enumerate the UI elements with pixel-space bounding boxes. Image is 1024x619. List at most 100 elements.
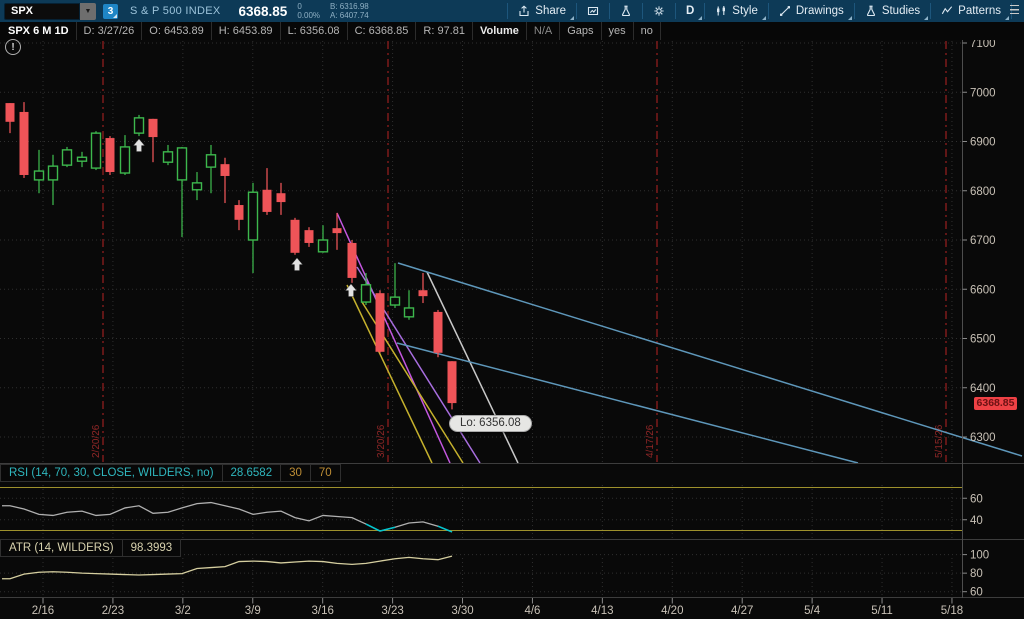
candle-body — [49, 166, 58, 180]
chart-grid-menu-icon[interactable] — [1010, 5, 1019, 14]
candle-body — [305, 230, 314, 243]
svg-text:6800: 6800 — [970, 186, 996, 198]
dropdown-caret-icon — [848, 16, 852, 20]
svg-text:3/20/26: 3/20/26 — [376, 424, 387, 458]
svg-text:6900: 6900 — [970, 137, 996, 149]
candle-body — [391, 297, 400, 305]
candle-body — [207, 155, 216, 167]
symbol-input[interactable]: SPX — [4, 3, 80, 20]
toolbar-button-label: Drawings — [796, 5, 844, 17]
atr-header-cell[interactable]: 98.3993 — [123, 539, 182, 557]
svg-text:6400: 6400 — [970, 383, 996, 395]
toolbar-buttons: Share DStyle Drawings Studies Patterns — [507, 0, 1024, 22]
candle-body — [263, 190, 272, 212]
ohlc-bar: SPX 6 M 1DD: 3/27/26O: 6453.89H: 6453.89… — [0, 22, 1024, 41]
rsi-header-cell[interactable]: 28.6582 — [223, 464, 282, 482]
link-channel-badge[interactable]: 3 — [103, 4, 118, 19]
drawings-icon — [779, 5, 791, 17]
svg-text:2/23: 2/23 — [102, 605, 124, 617]
rsi-study-header: RSI (14, 70, 30, CLOSE, WILDERS, no)28.6… — [0, 464, 341, 482]
rsi-header-cell[interactable]: 70 — [311, 464, 341, 482]
svg-text:60: 60 — [970, 587, 983, 599]
toolbar-button-style[interactable]: Style — [705, 0, 768, 22]
toolbar-button-timeframe[interactable]: D — [676, 0, 704, 22]
ohlc-cell-6: R: 97.81 — [416, 22, 473, 40]
svg-text:7000: 7000 — [970, 87, 996, 99]
svg-text:60: 60 — [970, 493, 983, 505]
svg-text:5/11: 5/11 — [871, 605, 893, 617]
dropdown-caret-icon — [762, 16, 766, 20]
toolbar-button-label: Share — [535, 5, 566, 17]
toolbar-button-label: Studies — [882, 5, 920, 17]
symbol-description: S & P 500 INDEX — [130, 5, 221, 17]
svg-text:6600: 6600 — [970, 284, 996, 296]
atr-study-header: ATR (14, WILDERS)98.3993 — [0, 539, 181, 557]
top-toolbar: SPX ▼ 3 S & P 500 INDEX 6368.85 0 0.00% … — [0, 0, 1024, 22]
symbol-box[interactable]: SPX ▼ — [4, 3, 96, 20]
toolbar-button-patterns[interactable]: Patterns — [931, 0, 1011, 22]
candle-body — [164, 152, 173, 162]
candle-body — [193, 183, 202, 190]
info-icon[interactable]: ! — [5, 39, 21, 55]
rsi-header-cell[interactable]: 30 — [281, 464, 311, 482]
candle-body — [106, 138, 115, 172]
candle-body — [319, 240, 328, 252]
candle-body — [277, 193, 286, 202]
svg-text:3/2: 3/2 — [175, 605, 191, 617]
svg-text:5/18: 5/18 — [941, 605, 963, 617]
dropdown-caret-icon — [698, 16, 702, 20]
candle-body — [419, 290, 428, 296]
candle-body — [20, 112, 29, 175]
last-price: 6368.85 — [239, 4, 288, 19]
svg-text:100: 100 — [970, 550, 989, 562]
candle-body — [221, 164, 230, 176]
ohlc-cell-9[interactable]: Gaps — [560, 22, 601, 40]
candle-body — [362, 285, 371, 302]
svg-text:4/13: 4/13 — [591, 605, 613, 617]
dropdown-caret-icon — [1005, 16, 1009, 20]
toolbar-button-share[interactable]: Share — [508, 0, 576, 22]
candle-body — [92, 133, 101, 168]
low-value-tooltip: Lo: 6356.08 — [449, 415, 532, 432]
svg-text:3/30: 3/30 — [451, 605, 473, 617]
ohlc-cell-11[interactable]: no — [634, 22, 661, 40]
toolbar-button-label: Patterns — [958, 5, 1001, 17]
rsi-header-cell[interactable]: RSI (14, 70, 30, CLOSE, WILDERS, no) — [0, 464, 223, 482]
ohlc-cell-10[interactable]: yes — [602, 22, 634, 40]
symbol-dropdown-button[interactable]: ▼ — [80, 3, 96, 20]
svg-text:40: 40 — [970, 515, 983, 527]
toolbar-button-quick-study[interactable] — [610, 0, 642, 22]
ohlc-cell-3: H: 6453.89 — [212, 22, 281, 40]
change-block: 0 0.00% — [297, 2, 320, 20]
style-icon — [715, 5, 727, 17]
svg-text:4/17/26: 4/17/26 — [645, 424, 656, 458]
news-icon — [587, 5, 599, 17]
price-chart-canvas[interactable]: 2/20/263/20/264/17/265/15/26710070006900… — [0, 40, 1024, 619]
toolbar-button-news[interactable] — [577, 0, 609, 22]
candle-body — [178, 148, 187, 180]
toolbar-button-settings[interactable] — [643, 0, 675, 22]
candle-body — [376, 293, 385, 352]
candle-body — [434, 312, 443, 353]
svg-text:6300: 6300 — [970, 432, 996, 444]
svg-text:4/6: 4/6 — [524, 605, 540, 617]
svg-text:3/23: 3/23 — [381, 605, 403, 617]
candle-body — [78, 157, 87, 161]
candle-body — [6, 103, 15, 122]
svg-text:2/16: 2/16 — [32, 605, 54, 617]
candle-body — [35, 171, 44, 180]
candle-body — [63, 150, 72, 165]
svg-text:6700: 6700 — [970, 235, 996, 247]
dropdown-caret-icon — [924, 16, 928, 20]
ohlc-cell-8[interactable]: N/A — [527, 22, 560, 40]
toolbar-button-studies[interactable]: Studies — [855, 0, 930, 22]
flask-icon — [620, 5, 632, 17]
ohlc-cell-7[interactable]: Volume — [473, 22, 527, 40]
candle-body — [348, 243, 357, 278]
change-percent: 0.00% — [297, 11, 320, 20]
svg-text:6500: 6500 — [970, 334, 996, 346]
atr-header-cell[interactable]: ATR (14, WILDERS) — [0, 539, 123, 557]
gear-icon — [653, 5, 665, 17]
candle-body — [448, 361, 457, 403]
toolbar-button-drawings[interactable]: Drawings — [769, 0, 854, 22]
